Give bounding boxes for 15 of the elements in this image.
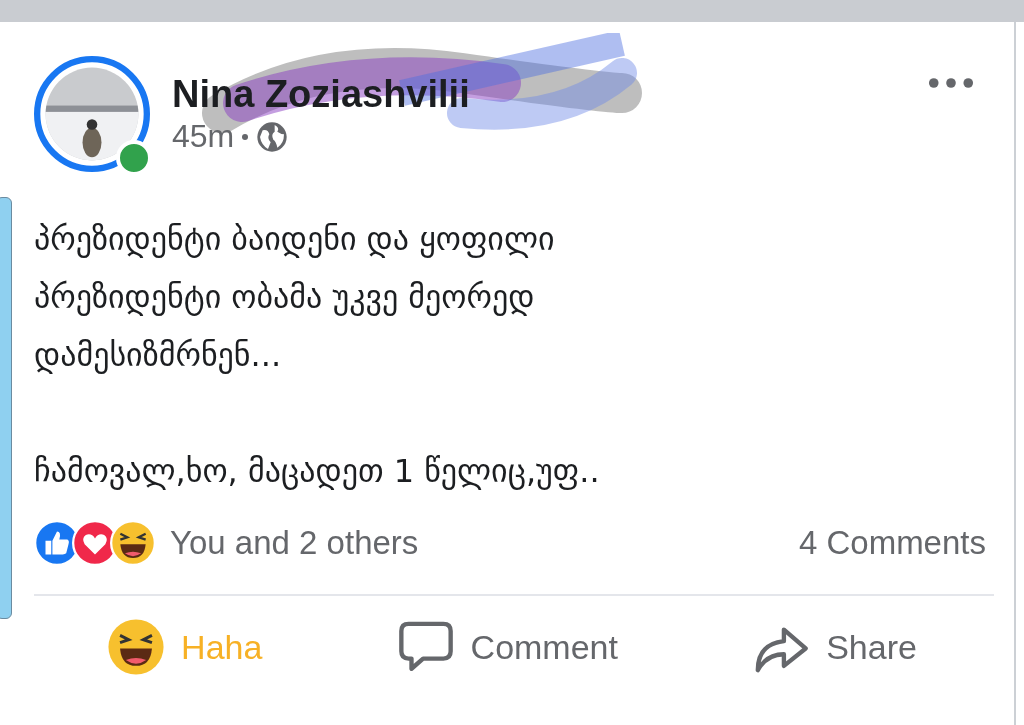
post-text-line: პრეზიდენტი ბაიდენი და ყოფილი <box>34 219 556 260</box>
post-time: 45m <box>172 118 235 155</box>
post-text-line: დამესიზმრნენ... <box>34 335 283 376</box>
post-text-line: ჩამოვალ,ხო, მაცადეთ 1 წელიც,უფ.. <box>34 451 601 492</box>
haha-reaction-icon <box>110 520 156 566</box>
comments-count[interactable]: 4 Comments <box>798 524 986 562</box>
reactions-summary[interactable]: You and 2 others <box>170 524 419 562</box>
action-button[interactable]: Share <box>740 610 929 684</box>
author-name[interactable]: Nina Zoziashvilii <box>172 73 470 115</box>
more-icon[interactable] <box>928 76 974 90</box>
action-button[interactable]: Comment <box>384 610 630 684</box>
globe-icon <box>256 120 289 153</box>
haha-icon <box>107 618 166 676</box>
post-text-line: პრეზიდენტი ობამა უკვე მეორედ <box>34 277 536 318</box>
avatar[interactable] <box>34 56 150 172</box>
